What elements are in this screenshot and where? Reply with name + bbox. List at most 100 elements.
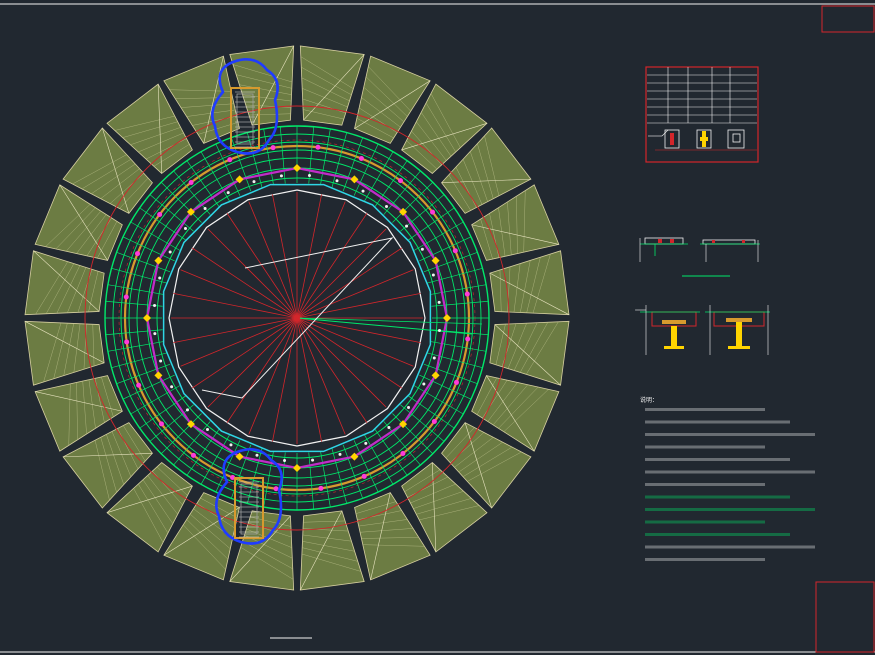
hatched-panel [299,510,365,591]
red-radial-line [296,317,414,367]
magenta-node [430,209,436,215]
magenta-node [400,451,406,457]
note-line-placeholder [645,558,765,561]
white-node [335,179,339,183]
title-block-bottom [815,581,875,653]
radial-rib [160,413,202,455]
radial-rib [364,434,394,485]
white-node [185,408,189,412]
radial-rib [413,221,464,251]
magenta-node [190,452,196,458]
magenta-node [315,144,321,150]
white-node [311,458,315,462]
radial-rib [160,181,202,223]
white-node [252,180,256,184]
detail-joint-2 [705,305,770,355]
note-line-placeholder [645,458,790,461]
design-notes: 说明： [640,396,815,561]
magenta-node [465,336,471,342]
magenta-node [123,294,129,300]
white-node [361,189,365,193]
magenta-node [158,421,164,427]
radial-rib [429,341,487,352]
white-node [203,206,207,210]
red-radial-line [248,317,298,435]
radial-rib [111,267,167,284]
white-node [420,247,424,251]
magenta-node [124,339,130,345]
magenta-node [318,485,324,491]
white-node [432,356,436,360]
detail-beam-section-1 [639,237,688,262]
note-line-placeholder [645,483,765,486]
note-line-placeholder [645,520,765,524]
white-node [364,441,368,445]
magenta-node [135,251,141,257]
note-line-placeholder [645,495,790,499]
red-radial-line [180,269,298,319]
radial-rib [429,284,487,295]
radial-rib [200,151,230,202]
white-node [338,452,342,456]
note-line-placeholder [645,433,815,436]
detail-table [645,66,759,163]
yellow-node [293,164,301,172]
radial-rib [130,221,181,251]
radial-rib [427,352,483,369]
radial-rib [320,450,331,508]
white-node [437,300,441,304]
radial-rib [320,128,331,186]
red-radial-line [248,201,298,319]
white-node [279,174,283,178]
hatched-panel [489,250,570,316]
radial-rib [331,448,348,504]
cad-drawing-canvas: 说明： [0,3,875,653]
magenta-node [270,145,276,151]
radial-rib [392,413,434,455]
note-line-placeholder [645,420,790,424]
note-line-placeholder [645,445,765,449]
white-node [407,406,411,410]
red-radial-line [180,317,298,367]
white-node [437,328,441,332]
yellow-node [293,464,301,472]
magenta-node [453,379,459,385]
magenta-node [431,419,437,425]
note-line-placeholder [645,408,765,411]
red-radial-line [296,317,387,408]
center-point [294,315,300,321]
white-node [255,453,259,457]
white-node [385,204,389,208]
magenta-node [157,211,163,217]
white-node [307,174,311,178]
title-block-top [821,5,875,33]
radial-rib [364,151,394,202]
magenta-node [361,473,367,479]
radial-rib [130,385,181,415]
white-node [170,385,174,389]
white-node [283,458,287,462]
radial-rib [427,267,483,284]
white-node [226,191,230,195]
note-line-placeholder [645,545,815,549]
magenta-node [227,157,233,163]
magenta-node [398,178,404,184]
radial-rib [331,132,348,188]
white-node [422,382,426,386]
magenta-node [188,179,194,185]
white-node [183,226,187,230]
radial-rib [111,352,167,369]
radial-rib [392,181,434,223]
hatched-panel [229,45,295,126]
white-node [205,428,209,432]
red-radial-line [207,228,298,319]
radial-rib [107,341,165,352]
white-node [387,426,391,430]
yellow-node [443,314,451,322]
radial-rib [107,284,165,295]
white-node [153,304,157,308]
magenta-node [358,156,364,162]
radial-rib [246,448,263,504]
yellow-node [143,314,151,322]
white-node [431,273,435,277]
